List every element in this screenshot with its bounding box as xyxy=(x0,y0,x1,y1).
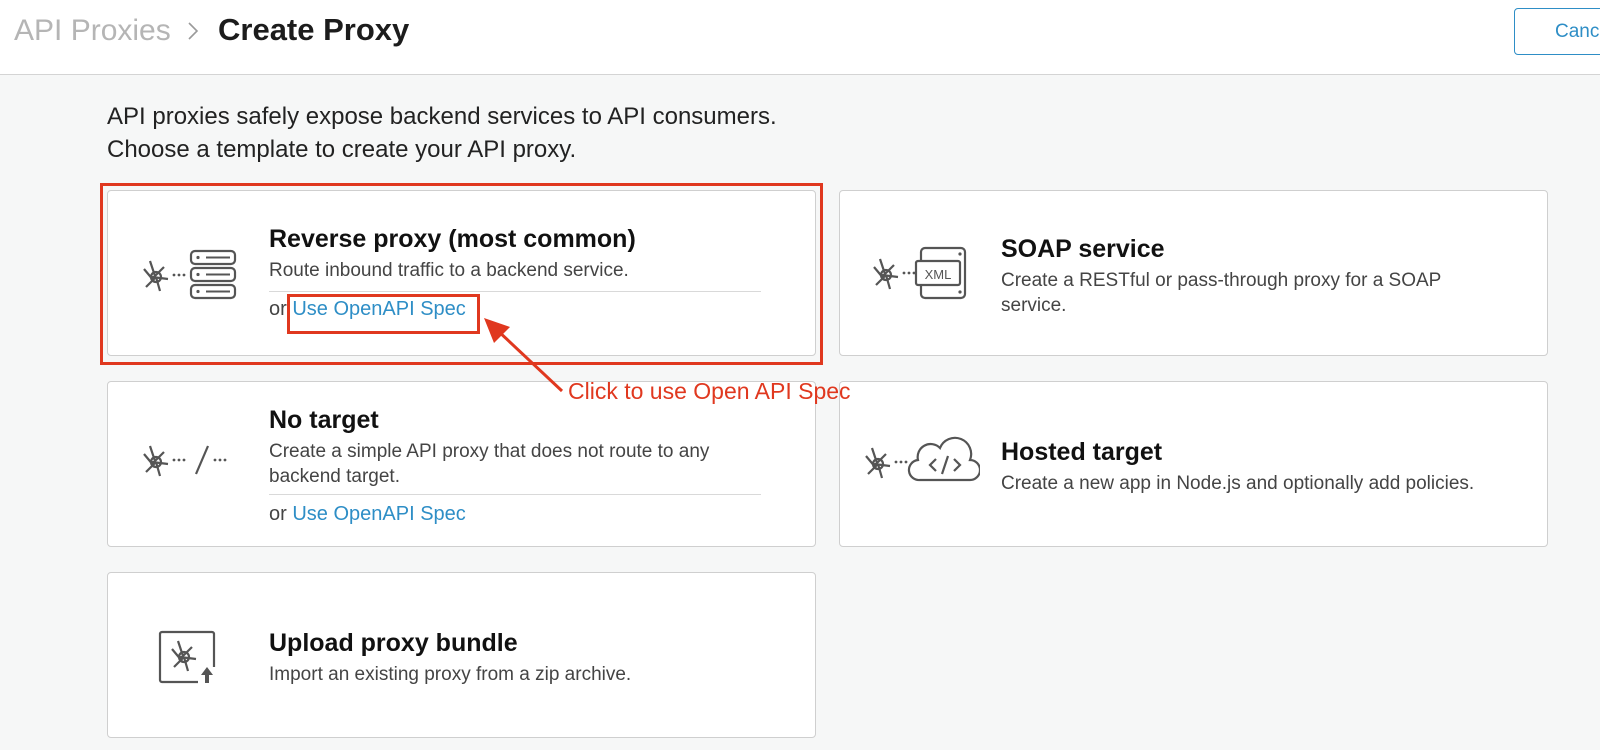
intro-line-2: Choose a template to create your API pro… xyxy=(107,136,577,163)
intro-text: API proxies safely expose backend servic… xyxy=(107,100,777,166)
cancel-button[interactable]: Canc xyxy=(1514,8,1600,55)
card-title: Upload proxy bundle xyxy=(269,629,518,657)
card-no-target[interactable]: No target Create a simple API proxy that… xyxy=(107,381,816,547)
openapi-option: or Use OpenAPI Spec xyxy=(269,503,466,526)
card-title: No target xyxy=(269,406,379,434)
card-title: Hosted target xyxy=(1001,438,1163,466)
card-soap-service[interactable]: XML SOAP service Create a RESTful or pas… xyxy=(839,190,1548,356)
card-description: Create a RESTful or pass-through proxy f… xyxy=(1001,270,1442,316)
page-header: API Proxies Create Proxy Canc xyxy=(0,0,1600,75)
use-openapi-spec-link[interactable]: Use OpenAPI Spec xyxy=(292,298,465,320)
reverse-proxy-icon xyxy=(143,249,237,300)
page-title: Create Proxy xyxy=(218,12,410,47)
divider xyxy=(269,494,761,495)
soap-service-icon: XML xyxy=(873,246,967,300)
card-description: Import an existing proxy from a zip arch… xyxy=(269,664,632,685)
divider xyxy=(269,291,761,292)
card-description: Create a simple API proxy that does not … xyxy=(269,441,710,487)
or-text: or xyxy=(269,298,287,320)
card-title: SOAP service xyxy=(1001,235,1165,263)
card-upload-bundle[interactable]: Upload proxy bundle Import an existing p… xyxy=(107,572,816,738)
breadcrumb-api-proxies[interactable]: API Proxies xyxy=(14,14,171,48)
card-description: Route inbound traffic to a backend servi… xyxy=(269,260,629,281)
chevron-right-icon xyxy=(188,22,199,40)
card-hosted-target[interactable]: Hosted target Create a new app in Node.j… xyxy=(839,381,1548,547)
intro-line-1: API proxies safely expose backend servic… xyxy=(107,103,777,130)
openapi-option: or Use OpenAPI Spec xyxy=(269,298,466,321)
card-title: Reverse proxy (most common) xyxy=(269,225,636,253)
annotation-arrow-icon xyxy=(484,318,564,393)
card-reverse-proxy[interactable]: Reverse proxy (most common) Route inboun… xyxy=(107,190,816,356)
use-openapi-spec-link[interactable]: Use OpenAPI Spec xyxy=(292,503,465,525)
xml-label: XML xyxy=(925,267,952,282)
hosted-target-icon xyxy=(865,436,980,482)
card-description: Create a new app in Node.js and optional… xyxy=(1001,473,1475,494)
or-text: or xyxy=(269,503,287,525)
no-target-icon xyxy=(143,445,227,477)
upload-bundle-icon xyxy=(158,630,216,684)
annotation-text: Click to use Open API Spec xyxy=(568,378,851,404)
